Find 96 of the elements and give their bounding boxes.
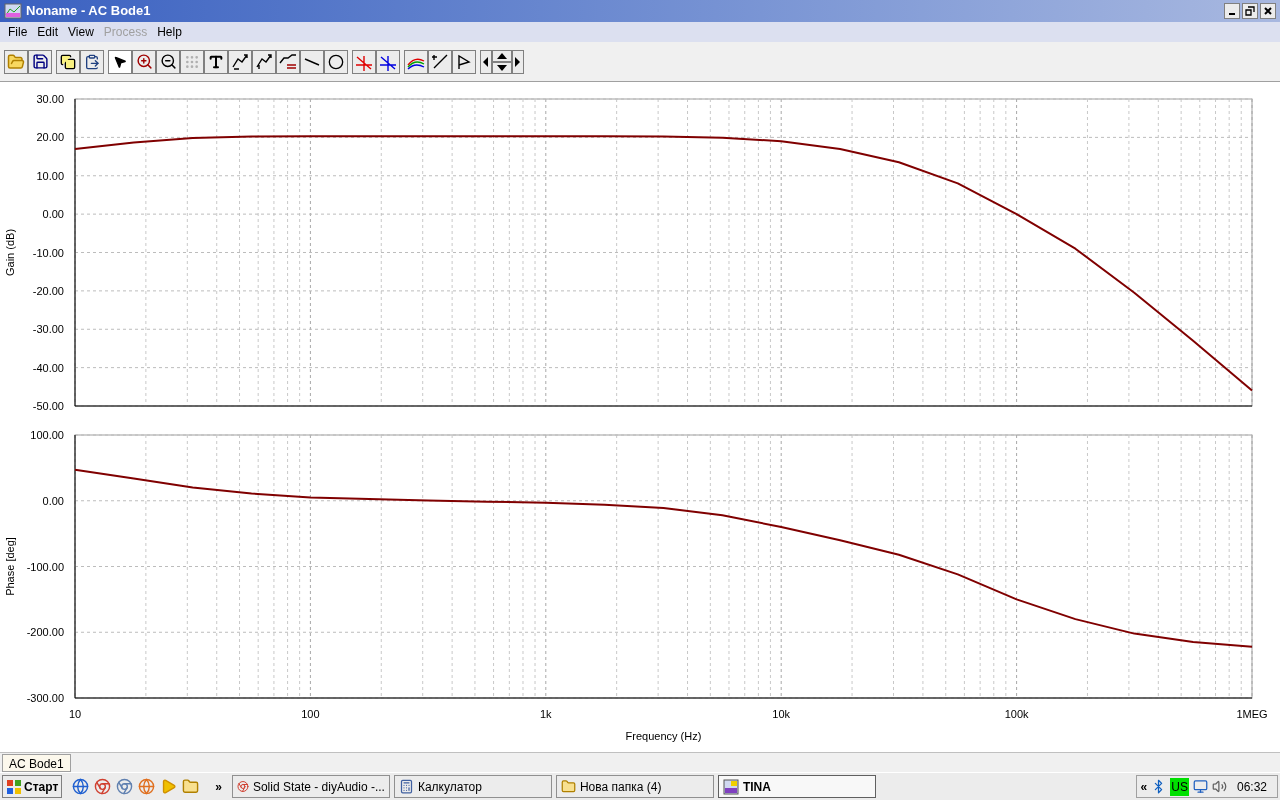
restore-icon bbox=[1245, 6, 1255, 16]
x-tick-label: 1k bbox=[540, 708, 552, 720]
network-icon[interactable] bbox=[1192, 779, 1208, 794]
windows-logo-icon bbox=[6, 778, 22, 795]
y-tick-label: -40.00 bbox=[32, 361, 64, 374]
folder-icon bbox=[560, 779, 576, 794]
more-icon[interactable]: » bbox=[209, 777, 228, 796]
y-tick-label: -50.00 bbox=[32, 400, 64, 412]
left-arrow-icon bbox=[483, 56, 489, 67]
browser-icon[interactable] bbox=[94, 778, 112, 795]
pointer-icon bbox=[113, 54, 127, 69]
down-arrow-icon bbox=[497, 64, 507, 71]
curve-arrow-icon bbox=[255, 52, 273, 71]
curve-legend-button[interactable] bbox=[276, 49, 300, 74]
clock: 06:32 bbox=[1235, 778, 1268, 796]
document-tab[interactable]: AC Bode1 bbox=[2, 754, 71, 772]
up-arrow-icon bbox=[497, 52, 507, 59]
y-tick-label: -300.00 bbox=[26, 692, 64, 704]
left-arrow-button[interactable] bbox=[480, 49, 492, 74]
close-button[interactable] bbox=[1260, 3, 1276, 19]
x-tick-label: 10 bbox=[68, 708, 82, 720]
browser-icon[interactable] bbox=[138, 778, 156, 795]
x-axis-label: Frequency (Hz) bbox=[625, 730, 702, 742]
browser-icon[interactable] bbox=[72, 778, 90, 795]
circle-button[interactable] bbox=[324, 49, 348, 74]
y-tick-label: -100.00 bbox=[26, 560, 64, 573]
close-icon bbox=[1263, 6, 1273, 16]
browser-icon bbox=[236, 779, 249, 794]
y-axis-label: Gain (dB) bbox=[4, 228, 16, 277]
line-icon bbox=[304, 57, 320, 66]
app-icon bbox=[722, 778, 739, 795]
y-tick-label: 30.00 bbox=[36, 93, 64, 105]
taskbar-button[interactable]: TINA bbox=[717, 775, 876, 798]
save-icon bbox=[31, 53, 49, 70]
browser-icon[interactable] bbox=[116, 778, 134, 795]
folder-icon bbox=[7, 52, 25, 71]
minimize-button[interactable] bbox=[1224, 3, 1240, 19]
x-tick-label: 10k bbox=[772, 708, 791, 720]
circle-icon bbox=[328, 53, 344, 70]
zoom-in-button[interactable] bbox=[132, 49, 156, 74]
taskbar-button[interactable]: Solid State - diyAudio -... bbox=[231, 775, 390, 798]
speaker-icon[interactable] bbox=[1211, 779, 1227, 794]
menu-item[interactable]: Edit bbox=[32, 23, 64, 41]
up-arrow-button[interactable] bbox=[492, 49, 512, 62]
copy-button[interactable] bbox=[56, 49, 80, 74]
y-tick-label: 0.00 bbox=[42, 494, 64, 507]
curve-arrow-icon bbox=[231, 52, 249, 71]
cursor-b-button[interactable] bbox=[376, 49, 400, 74]
x-tick-label: 100k bbox=[1004, 708, 1029, 720]
curve-query-button[interactable] bbox=[252, 49, 276, 74]
save-button[interactable] bbox=[28, 49, 52, 74]
copy-icon bbox=[60, 53, 76, 70]
menu-item[interactable]: File bbox=[3, 23, 33, 41]
x-tick-label: 100 bbox=[301, 708, 320, 720]
menu-item[interactable]: Help bbox=[152, 23, 187, 41]
restore-button[interactable] bbox=[1242, 3, 1258, 19]
curve-legend-icon bbox=[279, 52, 297, 71]
window-title: Noname - AC Bode1 bbox=[26, 2, 151, 21]
y-tick-label: 0.00 bbox=[42, 208, 64, 221]
x-tick-label: 1MEG bbox=[1236, 708, 1268, 720]
y-tick-label: -30.00 bbox=[32, 323, 64, 336]
y-tick-label: -10.00 bbox=[32, 246, 64, 259]
flag-icon bbox=[455, 52, 473, 71]
y-tick-label: 20.00 bbox=[36, 131, 64, 144]
add-curve-button[interactable] bbox=[404, 49, 428, 74]
menu-item[interactable]: View bbox=[63, 23, 99, 41]
y-tick-label: -200.00 bbox=[26, 626, 64, 639]
pointer-button[interactable] bbox=[108, 49, 132, 74]
app-icon bbox=[4, 3, 22, 19]
text-button[interactable] bbox=[204, 49, 228, 74]
zoom-out-icon bbox=[159, 53, 177, 70]
y-axis-label: Phase [deg] bbox=[4, 537, 16, 596]
tray-expand-button[interactable]: « bbox=[1140, 777, 1148, 796]
y-tick-label: 100.00 bbox=[30, 429, 64, 441]
y-tick-label: 10.00 bbox=[36, 169, 64, 182]
pick-button[interactable] bbox=[428, 49, 452, 74]
taskbar-button[interactable]: Калкулатор bbox=[393, 775, 552, 798]
minimize-icon bbox=[1229, 13, 1235, 15]
start-button[interactable]: Старт bbox=[2, 775, 63, 798]
paste-button[interactable] bbox=[80, 49, 104, 74]
calculator-icon bbox=[398, 779, 414, 794]
folder-icon[interactable] bbox=[182, 778, 200, 795]
line-button[interactable] bbox=[300, 49, 324, 74]
text-icon bbox=[208, 53, 224, 70]
right-arrow-icon bbox=[515, 56, 521, 67]
right-arrow-button[interactable] bbox=[512, 49, 524, 74]
y-tick-label: -20.00 bbox=[32, 284, 64, 297]
language-indicator[interactable]: US bbox=[1170, 777, 1189, 796]
paste-icon bbox=[84, 53, 100, 70]
taskbar-button[interactable]: Нова папка (4) bbox=[555, 775, 714, 798]
flag-button[interactable] bbox=[452, 49, 476, 74]
cursor-a-button[interactable] bbox=[352, 49, 376, 74]
zoom-in-icon bbox=[135, 53, 153, 70]
grid-icon bbox=[184, 53, 200, 70]
curve-label-button[interactable] bbox=[228, 49, 252, 74]
zoom-out-button[interactable] bbox=[156, 49, 180, 74]
